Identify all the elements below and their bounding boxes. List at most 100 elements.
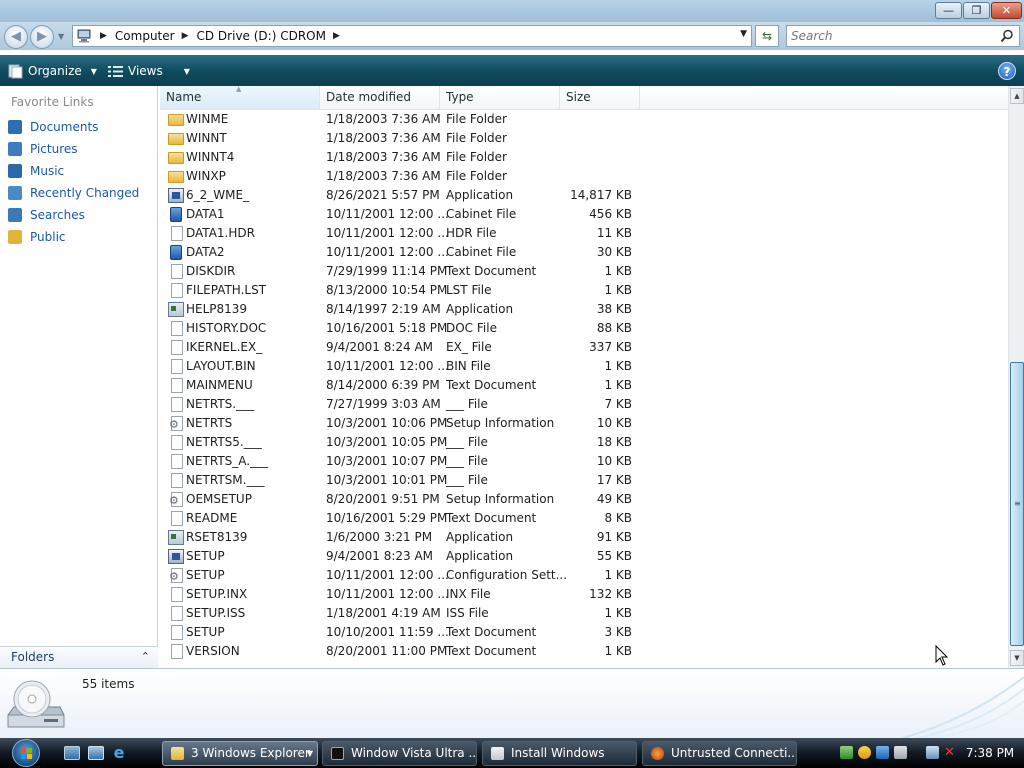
file-row[interactable]: DATA2 10/11/2001 12:00 ... Cabinet File 30 … <box>160 243 1008 262</box>
refresh-button[interactable]: ⇆ <box>755 25 779 47</box>
breadcrumb-cd-drive[interactable]: CD Drive (D:) CDROM <box>195 29 328 43</box>
file-size: 1 KB <box>604 568 632 582</box>
folders-label: Folders <box>11 650 55 664</box>
file-row[interactable]: SETUP.ISS 1/18/2001 4:19 AM ISS File 1 KB <box>160 604 1008 623</box>
file-row[interactable]: MAINMENU 8/14/2000 6:39 PM Text Document 1 … <box>160 376 1008 395</box>
back-button[interactable]: ◀ <box>4 25 28 49</box>
searches-icon <box>8 208 22 222</box>
show-desktop-icon[interactable] <box>64 746 80 760</box>
file-type: Text Document <box>446 644 537 658</box>
file-list[interactable]: Name Date modified Type Size ▲ WINME 1/18… <box>160 86 1008 668</box>
file-row[interactable]: NETRTS.___ 7/27/1999 3:03 AM ___ File 7 KB <box>160 395 1008 414</box>
taskbar-button-command-window[interactable]: Window Vista Ultra ... <box>322 741 477 766</box>
views-button[interactable]: Views ▼ <box>108 61 190 81</box>
file-row[interactable]: SETUP 9/4/2001 8:23 AM Application 55 KB <box>160 547 1008 566</box>
windows-logo-icon <box>12 739 40 767</box>
volume-muted-icon[interactable]: ✕ <box>944 746 957 759</box>
taskbar-button-install-windows[interactable]: Install Windows <box>482 741 637 766</box>
favorite-link-pictures[interactable]: Pictures <box>8 139 78 159</box>
file-size: 1 KB <box>604 283 632 297</box>
start-button[interactable] <box>10 738 52 768</box>
file-row[interactable]: WINXP 1/18/2003 7:36 AM File Folder <box>160 167 1008 186</box>
file-row[interactable]: RSET8139 1/6/2000 3:21 PM Application 91 KB <box>160 528 1008 547</box>
file-name: HELP8139 <box>186 302 248 316</box>
file-row[interactable]: README 10/16/2001 5:29 PM Text Document 8 K… <box>160 509 1008 528</box>
file-row[interactable]: DATA1.HDR 10/11/2001 12:00 ... HDR File 11 … <box>160 224 1008 243</box>
file-type: File Folder <box>446 169 507 183</box>
file-date-modified: 9/4/2001 8:23 AM <box>326 549 434 563</box>
monitor-icon[interactable] <box>926 746 939 759</box>
file-size: 456 KB <box>589 207 632 221</box>
address-dropdown-icon[interactable]: ▼ <box>740 29 747 39</box>
favorite-link-searches[interactable]: Searches <box>8 205 85 225</box>
file-row[interactable]: IKERNEL.EX_ 9/4/2001 8:24 AM EX_ File 337 K… <box>160 338 1008 357</box>
file-row[interactable]: DISKDIR 7/29/1999 11:14 PM Text Document 1 … <box>160 262 1008 281</box>
file-row[interactable]: SETUP 10/10/2001 11:59 ... Text Document 3 … <box>160 623 1008 642</box>
maximize-button[interactable]: ❐ <box>963 2 990 19</box>
file-row[interactable]: 6_2_WME_ 8/26/2021 5:57 PM Application 14,8… <box>160 186 1008 205</box>
file-name: FILEPATH.LST <box>186 283 267 297</box>
network-icon[interactable] <box>840 746 853 759</box>
switch-windows-icon[interactable] <box>88 746 104 760</box>
security-alert-icon[interactable] <box>858 746 871 759</box>
vertical-scrollbar[interactable]: ▲ ≡ ▼ <box>1008 86 1024 668</box>
windows-update-icon[interactable] <box>876 746 889 759</box>
breadcrumb-separator[interactable]: ▶ <box>95 31 113 41</box>
scroll-up-button[interactable]: ▲ <box>1010 88 1024 104</box>
favorite-link-documents[interactable]: Documents <box>8 117 98 137</box>
file-name: SETUP <box>186 549 225 563</box>
file-row[interactable]: DATA1 10/11/2001 12:00 ... Cabinet File 456… <box>160 205 1008 224</box>
device-icon[interactable] <box>894 746 907 759</box>
file-row[interactable]: HELP8139 8/14/1997 2:19 AM Application 38 K… <box>160 300 1008 319</box>
breadcrumb-computer[interactable]: Computer <box>113 29 177 43</box>
favorite-link-public[interactable]: Public <box>8 227 66 247</box>
file-row[interactable]: NETRTSM.___ 10/3/2001 10:01 PM ___ File 17 … <box>160 471 1008 490</box>
scroll-thumb[interactable]: ≡ <box>1010 362 1024 646</box>
minimize-button[interactable]: — <box>935 2 962 19</box>
internet-explorer-icon[interactable]: e <box>111 745 127 761</box>
folders-bar[interactable]: Folders ⌃ <box>0 646 158 668</box>
scroll-down-button[interactable]: ▼ <box>1010 650 1024 666</box>
column-header-date-modified[interactable]: Date modified <box>320 86 440 110</box>
clock[interactable]: 7:38 PM <box>962 741 1018 766</box>
file-row[interactable]: FILEPATH.LST 8/13/2000 10:54 PM LST File 1 … <box>160 281 1008 300</box>
column-header-type[interactable]: Type <box>440 86 560 110</box>
address-bar[interactable]: ▶ Computer ▶ CD Drive (D:) CDROM ▶ ▼ <box>72 25 752 47</box>
file-row[interactable]: SETUP 10/11/2001 12:00 ...Configuration S… <box>160 566 1008 585</box>
organize-button[interactable]: Organize ▼ <box>8 61 97 81</box>
taskbar-button-firefox[interactable]: Untrusted Connecti... <box>642 741 797 766</box>
search-icon[interactable] <box>1000 29 1014 46</box>
favorite-link-music[interactable]: Music <box>8 161 64 181</box>
search-input[interactable] <box>787 26 987 46</box>
file-row[interactable]: NETRTS 10/3/2001 10:06 PMSetup Informatio… <box>160 414 1008 433</box>
file-row[interactable]: SETUP.INX 10/11/2001 12:00 ... INX File 132… <box>160 585 1008 604</box>
favorite-link-recently-changed[interactable]: Recently Changed <box>8 183 139 203</box>
file-row[interactable]: WINNT 1/18/2003 7:36 AM File Folder <box>160 129 1008 148</box>
taskbar-button-windows-explorer[interactable]: 3 Windows Explorer ▼ <box>162 741 318 766</box>
column-header-size[interactable]: Size <box>560 86 640 110</box>
breadcrumb-separator[interactable]: ▶ <box>177 31 195 41</box>
file-row[interactable]: LAYOUT.BIN 10/11/2001 12:00 ... BIN File 1 … <box>160 357 1008 376</box>
file-row[interactable]: VERSION 8/20/2001 11:00 PM Text Document 1 … <box>160 642 1008 661</box>
file-row[interactable]: WINNT4 1/18/2003 7:36 AM File Folder <box>160 148 1008 167</box>
recent-pages-dropdown-icon[interactable]: ▼ <box>58 32 64 41</box>
file-name: MAINMENU <box>186 378 253 392</box>
recently-changed-icon <box>8 186 22 200</box>
file-date-modified: 10/10/2001 11:59 ... <box>326 625 449 639</box>
file-name: NETRTS5.___ <box>186 435 262 449</box>
breadcrumb-separator[interactable]: ▶ <box>328 31 346 41</box>
help-button[interactable]: ? <box>998 62 1016 80</box>
grip-icon: ≡ <box>1014 499 1021 508</box>
file-row[interactable]: WINME 1/18/2003 7:36 AM File Folder <box>160 110 1008 129</box>
document-icon <box>171 378 183 393</box>
document-icon <box>171 283 183 298</box>
file-row[interactable]: HISTORY.DOC 10/16/2001 5:18 PM DOC File 88 … <box>160 319 1008 338</box>
file-size: 3 KB <box>604 625 632 639</box>
file-row[interactable]: NETRTS5.___ 10/3/2001 10:05 PM ___ File 18 … <box>160 433 1008 452</box>
forward-button[interactable]: ▶ <box>30 25 54 49</box>
chevron-up-icon[interactable]: ⌃ <box>141 650 150 663</box>
file-row[interactable]: OEMSETUP 8/20/2001 9:51 PM Setup Informati… <box>160 490 1008 509</box>
file-size: 88 KB <box>596 321 632 335</box>
close-button[interactable]: ✕ <box>991 2 1022 19</box>
file-row[interactable]: NETRTS_A.___ 10/3/2001 10:07 PM ___ File 10… <box>160 452 1008 471</box>
